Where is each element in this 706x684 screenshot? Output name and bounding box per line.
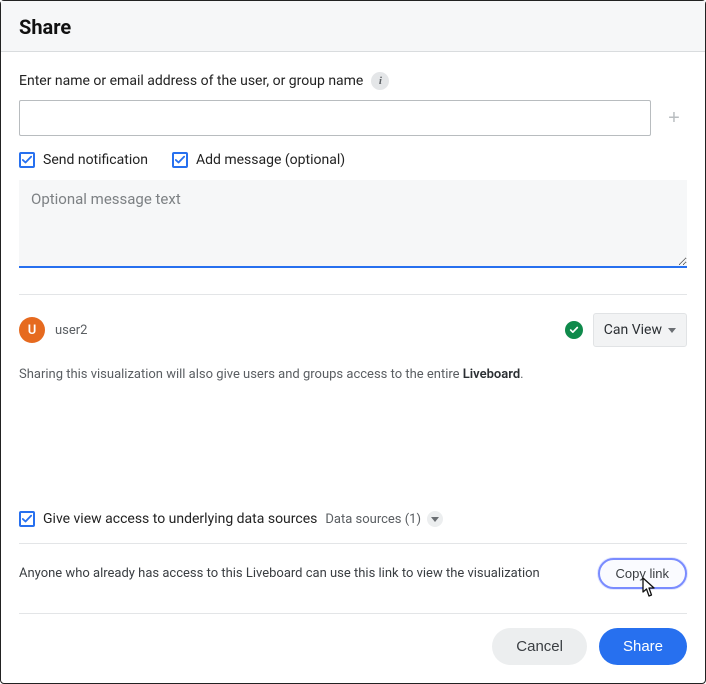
liveboard-access-note: Sharing this visualization will also giv… <box>19 365 687 385</box>
principals-input[interactable] <box>19 100 651 136</box>
principals-input-row: + <box>19 100 687 136</box>
add-message-checkbox[interactable]: Add message (optional) <box>172 152 345 168</box>
data-sources-checkbox[interactable]: Give view access to underlying data sour… <box>19 511 317 527</box>
data-sources-count-label: Data sources (1) <box>325 512 421 527</box>
checkbox-checked-icon <box>172 152 188 168</box>
add-principal-button[interactable]: + <box>661 105 687 131</box>
shared-user-name: user2 <box>55 323 555 338</box>
divider <box>19 613 687 614</box>
dialog-body: Enter name or email address of the user,… <box>1 52 705 683</box>
chevron-down-icon <box>668 328 676 333</box>
dialog-footer: Cancel Share <box>19 628 687 669</box>
cancel-button[interactable]: Cancel <box>492 628 587 665</box>
data-sources-label: Give view access to underlying data sour… <box>43 511 317 527</box>
send-notification-label: Send notification <box>43 152 148 168</box>
checkbox-checked-icon <box>19 511 35 527</box>
checkbox-checked-icon <box>19 152 35 168</box>
avatar: U <box>19 317 45 343</box>
notification-options: Send notification Add message (optional) <box>19 152 687 168</box>
chevron-down-icon <box>427 511 443 527</box>
verified-icon <box>565 321 583 339</box>
permission-value: Can View <box>604 322 662 338</box>
add-message-label: Add message (optional) <box>196 152 345 168</box>
share-link-note: Anyone who already has access to this Li… <box>19 566 588 581</box>
principals-label-row: Enter name or email address of the user,… <box>19 72 687 90</box>
message-textarea[interactable] <box>19 180 687 268</box>
data-sources-row: Give view access to underlying data sour… <box>19 511 687 527</box>
data-sources-count-toggle[interactable]: Data sources (1) <box>325 511 443 527</box>
info-icon[interactable]: i <box>371 72 389 90</box>
share-link-row: Anyone who already has access to this Li… <box>19 558 687 589</box>
note-suffix: . <box>520 367 523 382</box>
dialog-header: Share <box>1 1 705 52</box>
dialog-title: Share <box>19 15 687 39</box>
divider <box>19 294 687 295</box>
send-notification-checkbox[interactable]: Send notification <box>19 152 148 168</box>
permission-select[interactable]: Can View <box>593 313 687 347</box>
copy-link-label: Copy link <box>616 566 669 581</box>
spacer <box>19 385 687 512</box>
shared-user-row: U user2 Can View <box>19 313 687 347</box>
plus-icon: + <box>668 108 680 128</box>
divider <box>19 543 687 544</box>
note-prefix: Sharing this visualization will also giv… <box>19 367 463 382</box>
share-button[interactable]: Share <box>599 628 687 665</box>
note-bold: Liveboard <box>463 367 520 382</box>
copy-link-button[interactable]: Copy link <box>598 558 687 589</box>
share-dialog: Share Enter name or email address of the… <box>0 0 706 684</box>
principals-label: Enter name or email address of the user,… <box>19 73 363 89</box>
